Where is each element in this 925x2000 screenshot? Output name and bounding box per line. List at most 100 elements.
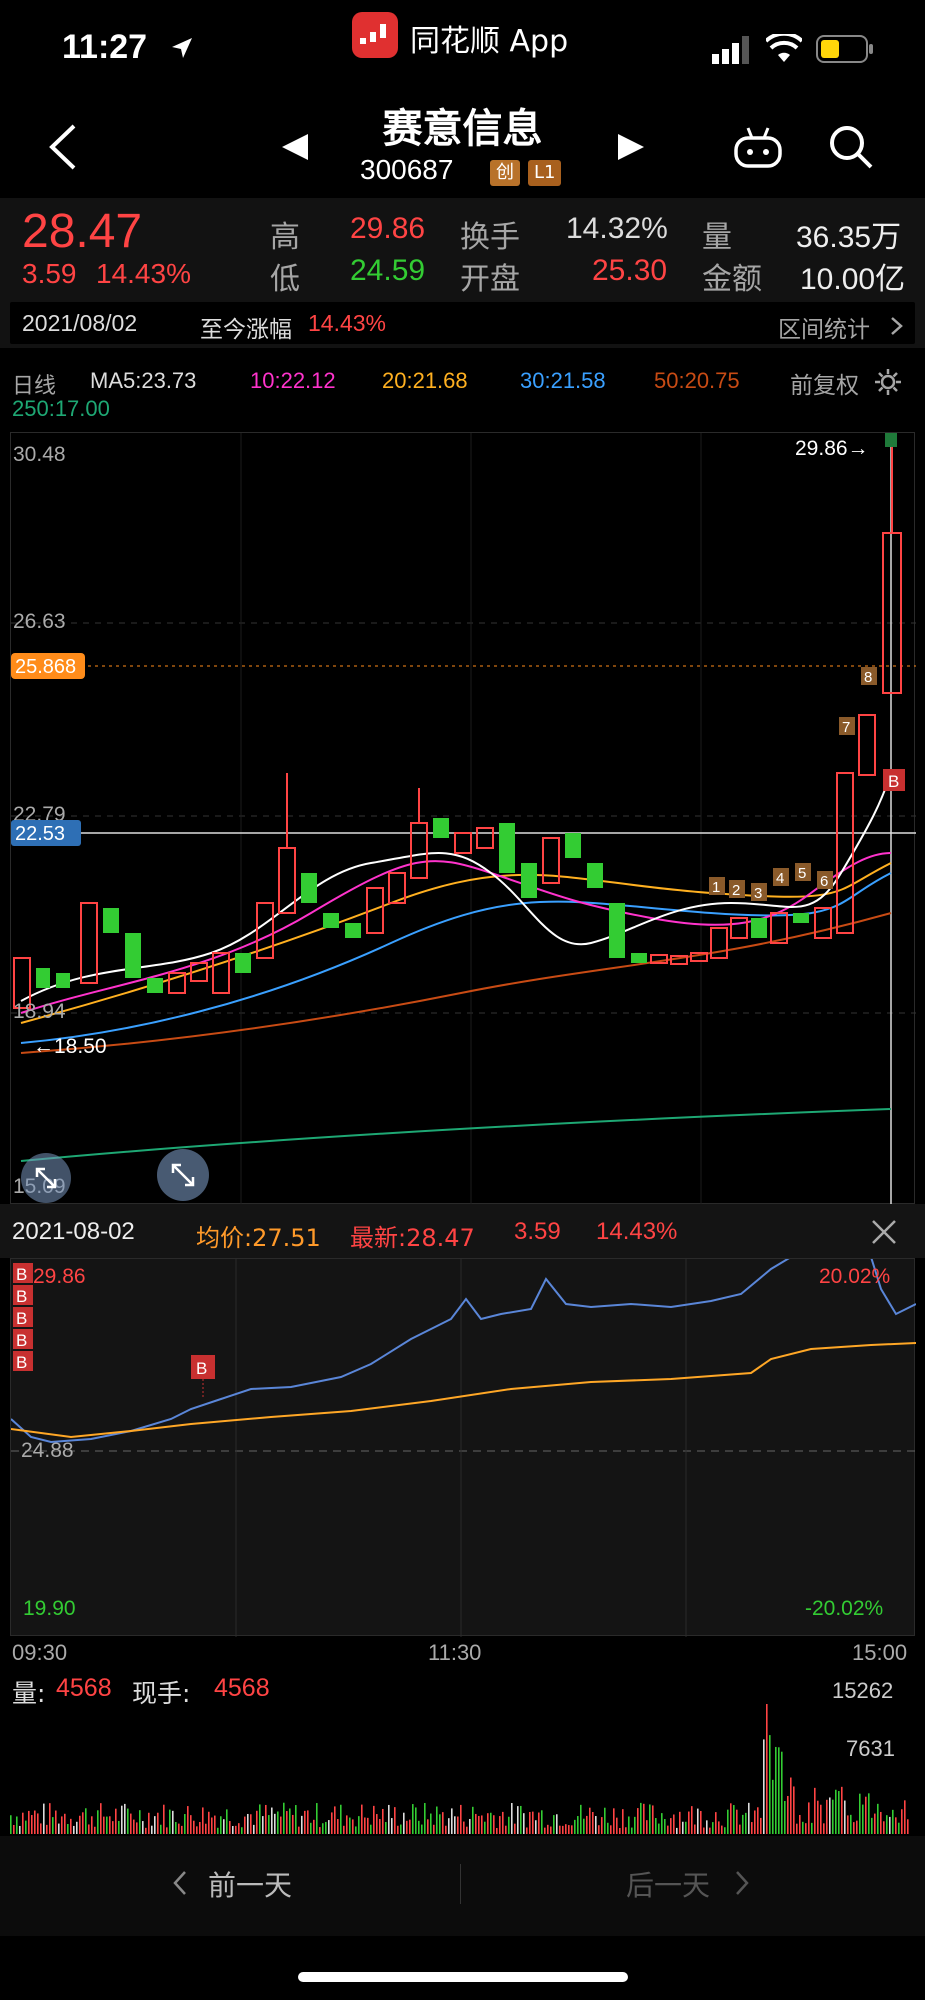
volume-bar — [712, 1822, 714, 1834]
volume-bar — [319, 1827, 321, 1834]
volume-bar — [37, 1813, 39, 1834]
prev-day-button[interactable]: 前一天 — [208, 1864, 292, 1904]
volume-bar — [853, 1822, 855, 1834]
volume-bar — [352, 1819, 354, 1834]
volume-bar — [649, 1804, 651, 1834]
volume-bar — [607, 1822, 609, 1834]
day-nav-footer: 前一天 后一天 — [0, 1836, 925, 1936]
svg-text:7: 7 — [842, 719, 850, 736]
volume-bar — [700, 1810, 702, 1834]
volume-bar — [94, 1826, 96, 1834]
svg-text:B: B — [16, 1331, 27, 1350]
volume-bar — [817, 1800, 819, 1834]
volume-bar — [361, 1804, 363, 1834]
volume-bar — [241, 1827, 243, 1834]
candles — [13, 443, 902, 1009]
volume-bar — [265, 1804, 267, 1834]
volume-bar — [595, 1816, 597, 1834]
volume-bar — [769, 1735, 771, 1834]
intraday-bottom-price: 19.90 — [23, 1597, 76, 1620]
volume-bar — [316, 1803, 318, 1834]
since-percent: 14.43% — [308, 310, 387, 336]
volume-bar — [367, 1817, 369, 1834]
volume-bar — [589, 1807, 591, 1834]
volume-bar — [886, 1815, 888, 1834]
volume-bar — [613, 1808, 615, 1834]
volume-bar — [847, 1815, 849, 1834]
close-icon[interactable] — [870, 1218, 898, 1246]
volume-bar — [73, 1825, 75, 1834]
price-line — [11, 1259, 916, 1444]
volume-bar — [655, 1818, 657, 1834]
volume-bar — [751, 1822, 753, 1834]
avg-price-line — [11, 1342, 916, 1439]
volume-bar — [532, 1811, 534, 1834]
volume-bar — [205, 1823, 207, 1834]
volume-bar — [304, 1810, 306, 1834]
volume-bar — [34, 1810, 36, 1834]
volume-bar — [877, 1803, 879, 1834]
volume-bar — [574, 1819, 576, 1834]
volume-bar — [757, 1807, 759, 1834]
volume-bar — [451, 1808, 453, 1834]
volume-bar — [274, 1813, 276, 1834]
kline-chart[interactable]: 1 2 3 4 5 6 7 8 B 30.48 26.63 22.79 18.9… — [10, 432, 916, 1205]
max-price-marker: 29.86→ — [795, 437, 869, 460]
high-label: 高 — [270, 220, 300, 255]
volume-bar — [799, 1814, 801, 1834]
adjust-mode[interactable]: 前复权 — [790, 366, 859, 400]
volume-bar — [697, 1808, 699, 1834]
volume-bar — [85, 1808, 87, 1834]
volume-bar — [796, 1823, 798, 1834]
volume-value: 4568 — [56, 1674, 112, 1702]
volume-bar — [391, 1818, 393, 1834]
volume-bar — [343, 1825, 345, 1834]
svg-text:1: 1 — [712, 879, 720, 896]
volume-bar — [703, 1827, 705, 1834]
volume-bar — [835, 1789, 837, 1834]
volume-bar — [91, 1816, 93, 1834]
volume-bar — [445, 1825, 447, 1834]
ma250-line — [20, 1108, 892, 1162]
next-day-button[interactable]: 后一天 — [626, 1864, 710, 1904]
volume-bar — [166, 1827, 168, 1834]
app-logo-icon — [352, 12, 398, 58]
settings-gear-icon[interactable] — [874, 368, 902, 396]
volume-bar — [541, 1810, 543, 1834]
volume-bar — [358, 1816, 360, 1834]
volume-bar — [307, 1810, 309, 1834]
volume-bar — [106, 1816, 108, 1834]
volume-bar — [679, 1811, 681, 1834]
volume-bar — [298, 1826, 300, 1834]
volume-bar — [43, 1803, 45, 1834]
volume-bar — [856, 1820, 858, 1834]
volume-bar — [742, 1814, 744, 1834]
volume-bar — [778, 1747, 780, 1834]
robot-assistant-icon[interactable] — [732, 124, 784, 172]
volume-bar — [508, 1816, 510, 1834]
expand-button[interactable] — [157, 1149, 209, 1201]
volume-bar — [421, 1824, 423, 1834]
range-stat-button[interactable]: 区间统计 — [778, 310, 870, 344]
next-stock-icon[interactable] — [616, 132, 646, 162]
volume-bar — [187, 1806, 189, 1834]
status-bar: 11:27 同花顺 App — [0, 0, 925, 90]
intraday-header: 2021-08-02 均价:27.51 最新:28.47 3.59 14.43% — [0, 1204, 925, 1258]
search-icon[interactable] — [828, 124, 874, 170]
ma5-value: MA5:23.73 — [90, 368, 197, 393]
volume-bar — [457, 1816, 459, 1834]
intraday-chart[interactable]: B B B B B B 29.86 24.88 19.90 20.02% -20… — [10, 1258, 916, 1637]
volume-bar — [151, 1825, 153, 1834]
date-range-bar[interactable]: 2021/08/02 至今涨幅 14.43% 区间统计 — [10, 302, 915, 344]
zoom-out-button[interactable] — [21, 1153, 71, 1203]
volume-bar — [670, 1818, 672, 1834]
chevron-left-icon — [173, 1871, 186, 1895]
volume-bar — [250, 1814, 252, 1834]
volume-bar — [754, 1810, 756, 1834]
volume-bar — [196, 1826, 198, 1834]
volume-bar — [763, 1739, 765, 1834]
change-value: 3.59 — [22, 258, 77, 289]
volume-bar — [40, 1823, 42, 1834]
volume-bar — [643, 1803, 645, 1834]
volume-bar — [481, 1815, 483, 1834]
